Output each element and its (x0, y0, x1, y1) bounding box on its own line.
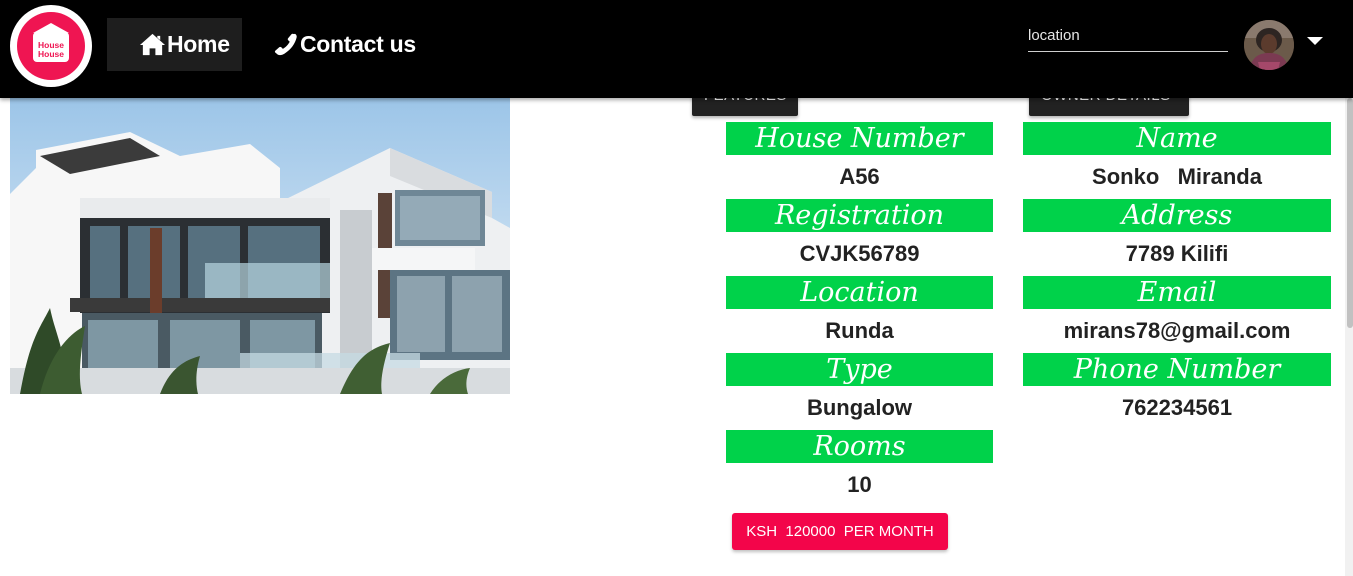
field-value: 10 (847, 472, 872, 497)
phone-icon (274, 33, 297, 56)
user-photo (1244, 20, 1294, 70)
owner-address: Address 7789 Kilifi (1023, 199, 1331, 276)
brand-logo[interactable]: House House (10, 5, 92, 87)
field-value: Runda (825, 318, 894, 343)
field-value: Bungalow (806, 395, 913, 420)
price-button[interactable]: KSH 120000 PER MONTH (732, 513, 948, 550)
field-label: Type (726, 353, 993, 386)
field-label: Registration (726, 199, 993, 232)
scrollbar-thumb[interactable] (1347, 98, 1353, 328)
field-value: Sonko Miranda (1092, 164, 1262, 189)
feature-location: Location Runda (726, 276, 993, 353)
owner-phone: Phone Number 762234561 (1023, 353, 1331, 430)
field-value: A56 (839, 164, 880, 189)
field-value: CVJK56789 (799, 241, 920, 266)
home-icon (139, 33, 166, 56)
field-label: House Number (726, 122, 993, 155)
field-label: Email (1023, 276, 1331, 309)
feature-type: Type Bungalow (726, 353, 993, 430)
house-photo (10, 98, 510, 394)
owner-details-panel: Name Sonko Miranda Address 7789 Kilifi E… (1023, 122, 1331, 430)
field-value: 762234561 (1121, 395, 1233, 420)
feature-rooms: Rooms 10 (726, 430, 993, 507)
logo-circle: House House (17, 12, 85, 80)
location-input[interactable] (1028, 20, 1228, 50)
field-label: Phone Number (1023, 353, 1331, 386)
house-illustration (10, 98, 510, 394)
feature-house-number: House Number A56 (726, 122, 993, 199)
caret-down-icon[interactable] (1307, 37, 1323, 45)
top-navbar: House House Home Contact us (0, 0, 1353, 98)
nav-contact-link[interactable]: Contact us (272, 18, 416, 71)
owner-name: Name Sonko Miranda (1023, 122, 1331, 199)
nav-home-link[interactable]: Home (107, 18, 242, 71)
feature-registration: Registration CVJK56789 (726, 199, 993, 276)
logo-text: House House (34, 41, 68, 59)
owner-email: Email mirans78@gmail.com (1023, 276, 1331, 353)
logo-line-2: House (38, 49, 64, 59)
nav-home-label: Home (167, 31, 230, 57)
field-value: 7789 Kilifi (1125, 241, 1229, 266)
field-label: Location (726, 276, 993, 309)
field-label: Rooms (726, 430, 993, 463)
field-label: Name (1023, 122, 1331, 155)
features-panel: House Number A56 Registration CVJK56789 … (726, 122, 993, 507)
user-avatar[interactable] (1244, 20, 1294, 70)
nav-contact-label: Contact us (300, 31, 416, 57)
location-search (1028, 20, 1228, 52)
field-value: mirans78@gmail.com (1063, 318, 1291, 343)
field-label: Address (1023, 199, 1331, 232)
